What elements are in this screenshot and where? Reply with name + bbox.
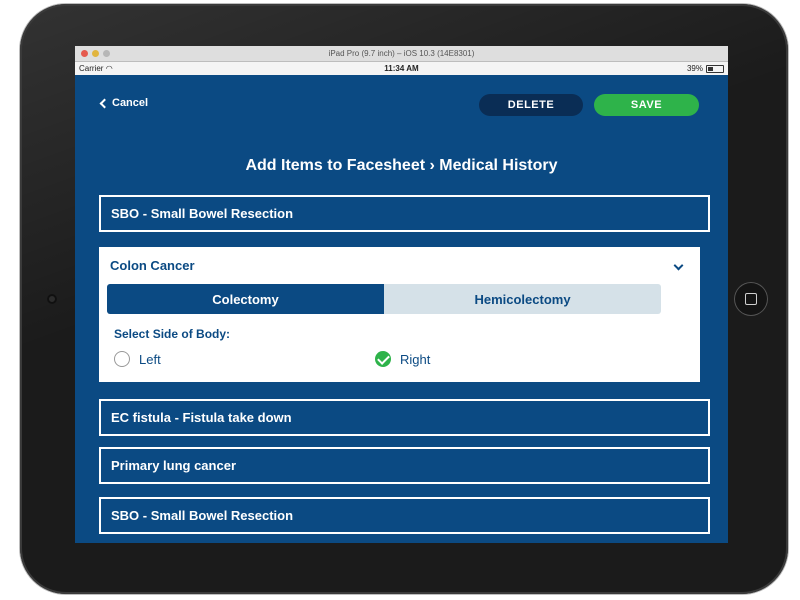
- radio-left-label: Left: [139, 351, 161, 367]
- list-item[interactable]: EC fistula - Fistula take down: [99, 399, 710, 436]
- close-window-icon[interactable]: [81, 50, 88, 57]
- battery-fill: [708, 66, 713, 71]
- segment-hemicolectomy[interactable]: Hemicolectomy: [384, 284, 661, 314]
- app-screen: iPad Pro (9.7 inch) – iOS 10.3 (14E8301)…: [75, 46, 728, 543]
- radio-right[interactable]: Right: [375, 351, 430, 367]
- radio-left[interactable]: Left: [114, 351, 161, 367]
- ios-status-bar: Carrier ◠ 11:34 AM 39%: [75, 62, 728, 75]
- cancel-button[interactable]: Cancel: [99, 97, 149, 109]
- delete-button[interactable]: DELETE: [479, 94, 583, 116]
- battery-indicator: 39%: [687, 62, 724, 75]
- radio-right-label: Right: [400, 351, 431, 367]
- list-item-label: SBO - Small Bowel Resection: [111, 206, 294, 221]
- list-item[interactable]: Primary lung cancer: [99, 447, 710, 484]
- simulator-title: iPad Pro (9.7 inch) – iOS 10.3 (14E8301): [328, 49, 475, 58]
- list-item-label: Primary lung cancer: [111, 458, 236, 473]
- battery-icon: [706, 64, 724, 73]
- battery-percent: 39%: [686, 64, 703, 73]
- radio-checked-icon: [375, 351, 391, 367]
- page-title: Add Items to Facesheet › Medical History: [245, 157, 558, 174]
- segment-colectomy[interactable]: Colectomy: [107, 284, 384, 314]
- list-item-label: EC fistula - Fistula take down: [111, 410, 292, 425]
- home-square-icon: [745, 293, 757, 305]
- radio-unchecked-icon: [114, 351, 130, 367]
- checkmark-icon: [376, 351, 390, 365]
- chevron-down-icon[interactable]: [673, 260, 684, 271]
- status-time: 11:34 AM: [384, 64, 419, 73]
- list-item[interactable]: SBO - Small Bowel Resection: [99, 497, 710, 534]
- list-item[interactable]: SBO - Small Bowel Resection: [99, 195, 710, 232]
- procedure-segmented-control: Colectomy Hemicolectomy: [107, 284, 661, 314]
- expanded-item-title[interactable]: Colon Cancer: [110, 258, 195, 273]
- list-item-label: SBO - Small Bowel Resection: [111, 508, 294, 523]
- chevron-left-icon: [99, 98, 110, 108]
- simulator-title-bar: iPad Pro (9.7 inch) – iOS 10.3 (14E8301): [75, 46, 728, 62]
- front-camera: [47, 294, 57, 304]
- cancel-label: Cancel: [112, 97, 149, 109]
- side-of-body-label: Select Side of Body:: [114, 327, 231, 341]
- expanded-list-item: Colon Cancer Colectomy Hemicolectomy Sel…: [99, 247, 700, 382]
- minimize-window-icon[interactable]: [92, 50, 99, 57]
- home-button[interactable]: [734, 282, 768, 316]
- window-controls: [81, 50, 110, 57]
- save-button[interactable]: SAVE: [594, 94, 699, 116]
- zoom-window-icon[interactable]: [103, 50, 110, 57]
